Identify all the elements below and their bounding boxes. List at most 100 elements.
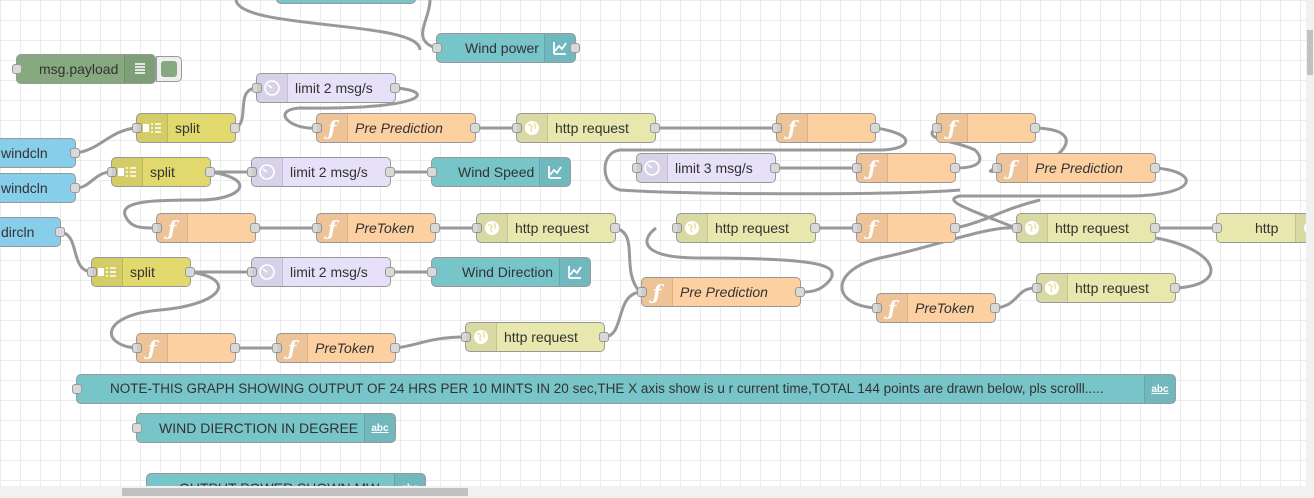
function-node-7[interactable]: ƒ	[132, 333, 240, 363]
output-port[interactable]	[55, 227, 65, 237]
horizontal-scrollbar[interactable]	[0, 486, 1314, 498]
node-label: PreToken	[915, 300, 975, 316]
delay-node-limit-2[interactable]: limit 2 msg/s	[247, 157, 395, 187]
function-node-pretoken-3[interactable]: ƒ PreToken	[272, 333, 400, 363]
output-port[interactable]	[1170, 283, 1180, 293]
split-node-1[interactable]: split	[132, 113, 240, 143]
function-node-4[interactable]: ƒ	[852, 153, 960, 183]
function-node-pre-prediction-1[interactable]: ƒ Pre Prediction	[312, 113, 480, 143]
function-node-pre-prediction-2[interactable]: ƒ Pre Prediction	[992, 153, 1160, 183]
output-port[interactable]	[950, 223, 960, 233]
split-node-3[interactable]: split	[87, 257, 195, 287]
output-port[interactable]	[470, 123, 480, 133]
node-label: http request	[504, 329, 578, 345]
input-port[interactable]	[1212, 223, 1222, 233]
vertical-scrollbar-thumb[interactable]	[1307, 30, 1313, 75]
node-label: http request	[1055, 220, 1129, 236]
output-port[interactable]	[205, 167, 215, 177]
chart-node-wind-power[interactable]: Wind power	[432, 33, 580, 63]
node-label: limit 2 msg/s	[295, 80, 373, 96]
output-port[interactable]	[250, 223, 260, 233]
output-port[interactable]	[70, 183, 80, 193]
node-label: Pre Prediction	[1035, 160, 1123, 176]
chart-node-wind-direction[interactable]: Wind Direction	[427, 257, 591, 287]
delay-node-limit-1[interactable]: limit 2 msg/s	[252, 73, 400, 103]
text-node-note[interactable]: NOTE-THIS GRAPH SHOWING OUTPUT OF 24 HRS…	[72, 374, 1176, 404]
node-label: PreToken	[355, 220, 415, 236]
globe-icon	[677, 214, 708, 242]
function-icon: ƒ	[937, 114, 968, 142]
inject-node-windcln-2[interactable]: windcln	[0, 173, 80, 203]
inject-node-windcln-1[interactable]: windcln	[0, 138, 80, 168]
input-port[interactable]	[72, 384, 82, 394]
function-icon: ƒ	[157, 214, 188, 242]
function-node-6[interactable]: ƒ	[852, 213, 960, 243]
split-node-2[interactable]: split	[107, 157, 215, 187]
output-port[interactable]	[810, 223, 820, 233]
output-port[interactable]	[1150, 163, 1160, 173]
output-port[interactable]	[185, 267, 195, 277]
input-port[interactable]	[432, 43, 442, 53]
node-label: http request	[715, 220, 789, 236]
function-node-5[interactable]: ƒ	[152, 213, 260, 243]
debug-node-msg-payload[interactable]: msg.payload	[12, 54, 156, 84]
globe-icon	[1017, 214, 1048, 242]
output-port[interactable]	[230, 343, 240, 353]
function-icon: ƒ	[857, 154, 888, 182]
function-node-3[interactable]: ƒ	[932, 113, 1040, 143]
output-port[interactable]	[599, 332, 609, 342]
output-port[interactable]	[1150, 223, 1160, 233]
delay-node-limit-4[interactable]: limit 2 msg/s	[247, 257, 395, 287]
output-port[interactable]	[385, 167, 395, 177]
output-port[interactable]	[390, 83, 400, 93]
delay-node-limit-3[interactable]: limit 3 msg/s	[632, 153, 780, 183]
http-request-node-4[interactable]: http request	[1012, 213, 1160, 243]
function-node-2[interactable]: ƒ	[772, 113, 880, 143]
output-port[interactable]	[570, 43, 580, 53]
chart-node-top[interactable]	[276, 0, 416, 4]
output-port[interactable]	[770, 163, 780, 173]
input-port[interactable]	[427, 267, 437, 277]
output-port[interactable]	[990, 303, 1000, 313]
debug-toggle-button[interactable]	[156, 56, 182, 82]
output-port[interactable]	[430, 223, 440, 233]
http-request-node-1[interactable]: http request	[512, 113, 660, 143]
output-port[interactable]	[385, 267, 395, 277]
node-label: Pre Prediction	[680, 284, 768, 300]
split-icon	[137, 114, 168, 142]
function-node-pretoken-2[interactable]: ƒ PreToken	[872, 293, 1000, 323]
output-port[interactable]	[650, 123, 660, 133]
text-icon: abc	[364, 414, 395, 442]
timer-icon	[252, 158, 283, 186]
function-node-pretoken-1[interactable]: ƒ PreToken	[312, 213, 440, 243]
node-label: limit 3 msg/s	[675, 160, 753, 176]
http-request-node-5[interactable]: http	[1212, 213, 1314, 243]
function-icon: ƒ	[317, 114, 348, 142]
output-port[interactable]	[230, 123, 240, 133]
output-port[interactable]	[70, 148, 80, 158]
output-port[interactable]	[610, 223, 620, 233]
vertical-scrollbar[interactable]	[1306, 0, 1314, 486]
output-port[interactable]	[870, 123, 880, 133]
input-port[interactable]	[12, 64, 22, 74]
http-request-node-6[interactable]: http request	[1032, 273, 1180, 303]
input-port[interactable]	[132, 423, 142, 433]
flow-canvas[interactable]: Wind power msg.payload limit 2 msg/s spl…	[0, 0, 1314, 498]
output-port[interactable]	[795, 287, 805, 297]
horizontal-scrollbar-thumb[interactable]	[122, 488, 468, 496]
function-icon: ƒ	[877, 294, 908, 322]
inject-node-dircln[interactable]: dircln	[0, 217, 65, 247]
node-label: Wind power	[465, 40, 539, 56]
node-label: windcln	[1, 145, 48, 161]
function-node-pre-prediction-3[interactable]: ƒ Pre Prediction	[637, 277, 805, 307]
split-icon	[112, 158, 143, 186]
output-port[interactable]	[390, 343, 400, 353]
http-request-node-7[interactable]: http request	[461, 322, 609, 352]
output-port[interactable]	[1030, 123, 1040, 133]
http-request-node-2[interactable]: http request	[472, 213, 620, 243]
input-port[interactable]	[427, 167, 437, 177]
chart-node-wind-speed[interactable]: Wind Speed	[427, 157, 571, 187]
text-node-wind-direction-degree[interactable]: WIND DIERCTION IN DEGREE abc	[132, 413, 396, 443]
output-port[interactable]	[950, 163, 960, 173]
http-request-node-3[interactable]: http request	[672, 213, 820, 243]
